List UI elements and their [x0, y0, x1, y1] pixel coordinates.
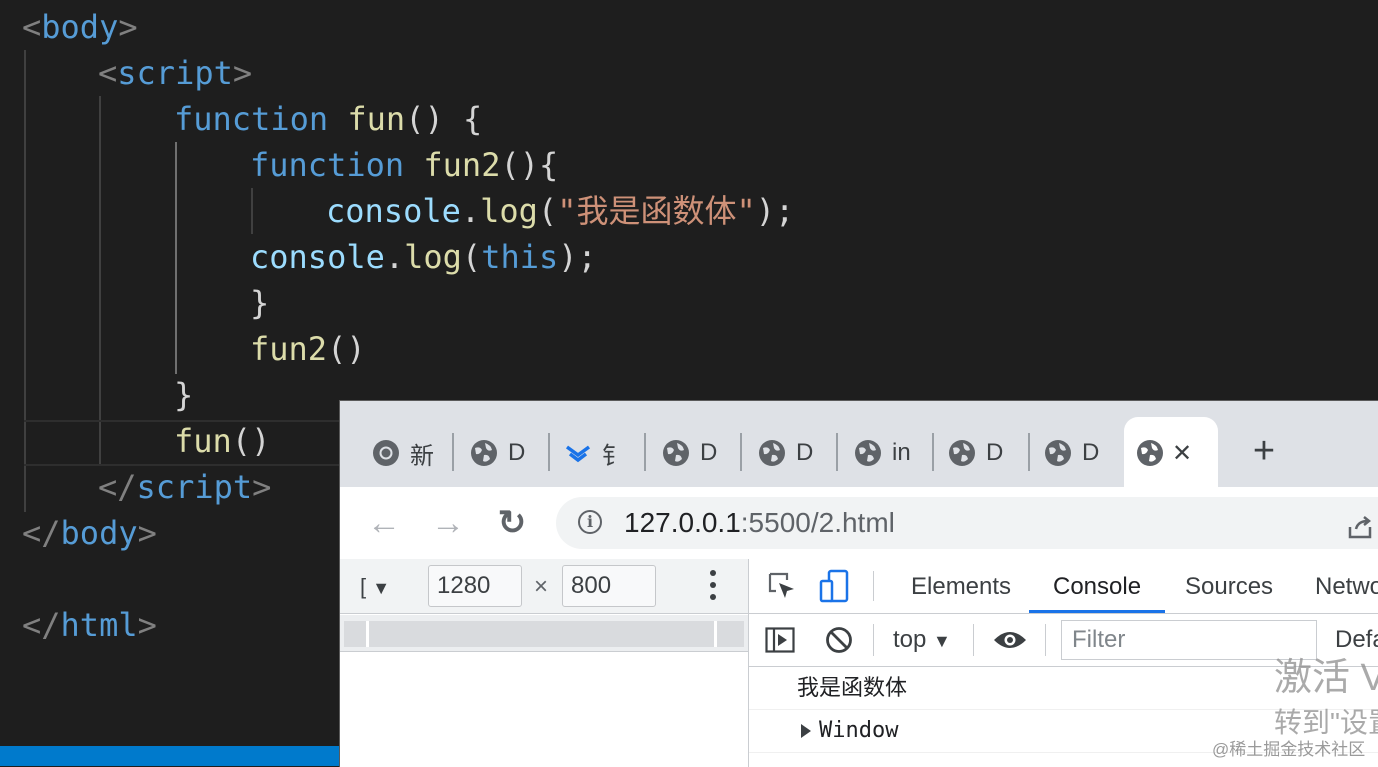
device-toggle-icon[interactable]: [819, 569, 851, 603]
browser-tab[interactable]: D: [1012, 429, 1112, 477]
media-query-track: [344, 621, 744, 647]
tab-console[interactable]: Console: [1029, 559, 1166, 613]
code-line: console.log(this);: [250, 238, 597, 276]
code-line: </html>: [22, 606, 157, 644]
tab-label: D: [1082, 439, 1100, 466]
browser-tab[interactable]: D: [726, 429, 822, 477]
code-line: <script>: [98, 54, 253, 92]
tab-label: in: [892, 439, 911, 466]
code-line: </body>: [22, 514, 157, 552]
tab-label: 钅: [602, 442, 626, 470]
chrome-icon: [373, 440, 399, 466]
globe-icon: [759, 440, 785, 466]
media-query-bar[interactable]: [340, 615, 748, 652]
inspect-element-icon[interactable]: [767, 571, 797, 601]
code-line: }: [250, 284, 270, 322]
device-select[interactable]: [ ▼: [360, 567, 390, 608]
ruler-divider: [366, 621, 369, 647]
address-bar[interactable]: i 127.0.0.1:5500/2.html: [556, 497, 1378, 549]
dimension-separator: ×: [534, 573, 549, 600]
juejin-watermark: @稀土掘金技术社区: [1212, 740, 1366, 759]
globe-icon: [471, 440, 497, 466]
caret-down-icon: ▼: [933, 631, 951, 651]
indent-guide: [175, 142, 177, 374]
code-line: }: [174, 376, 194, 414]
toolbar-separator: [873, 571, 874, 601]
caret-down-icon: ▼: [372, 578, 391, 598]
code-line: <body>: [22, 8, 138, 46]
sidebar-toggle-icon[interactable]: [765, 627, 795, 653]
page-viewport: [ ▼ 1280 × 800: [340, 559, 749, 767]
dingtalk-doc-icon: [565, 445, 591, 463]
globe-icon: [1045, 440, 1071, 466]
tab-label: D: [508, 439, 526, 466]
globe-icon: [1137, 440, 1163, 466]
tab-label: D: [986, 439, 1004, 466]
code-line: </script>: [98, 468, 272, 506]
windows-activation-watermark: 激活 V 转到"设置: [1274, 657, 1378, 738]
tab-sources[interactable]: Sources: [1185, 559, 1273, 613]
code-line: console.log("我是函数体");: [326, 192, 795, 230]
live-expression-eye-icon[interactable]: [993, 629, 1027, 651]
clear-console-icon[interactable]: [825, 626, 853, 654]
back-button[interactable]: ←: [364, 503, 404, 543]
more-options-icon[interactable]: [708, 567, 718, 603]
toolbar-separator: [1045, 624, 1046, 656]
url-text[interactable]: 127.0.0.1:5500/2.html: [624, 497, 895, 549]
globe-icon: [663, 440, 689, 466]
new-tab-button[interactable]: +: [1246, 432, 1282, 470]
tab-label: D: [796, 439, 814, 466]
tab-elements[interactable]: Elements: [911, 559, 1011, 613]
info-icon[interactable]: i: [578, 510, 602, 534]
close-tab-icon[interactable]: ✕: [1172, 439, 1192, 468]
active-browser-tab[interactable]: ✕: [1124, 417, 1218, 489]
code-line: function fun2(){: [250, 146, 559, 184]
code-line: fun(): [174, 422, 271, 460]
devtools-tab-bar: Elements Console Sources Netwo: [749, 559, 1378, 614]
browser-toolbar: ← → ↻ i 127.0.0.1:5500/2.html: [340, 487, 1378, 560]
code-line: function fun() {: [174, 100, 483, 138]
width-input[interactable]: 1280: [428, 565, 522, 607]
device-toolbar: [ ▼ 1280 × 800: [340, 559, 748, 614]
browser-tab[interactable]: D: [630, 429, 726, 477]
indent-guide: [251, 188, 253, 234]
expand-triangle-icon[interactable]: [801, 724, 811, 738]
share-icon[interactable]: [1346, 513, 1374, 541]
forward-button[interactable]: →: [428, 503, 468, 543]
browser-tab[interactable]: 新: [340, 429, 452, 477]
toolbar-separator: [973, 624, 974, 656]
browser-window: 新 D 钅 D D in D D ✕ + ← → ↻ i 127.0.0.1:5…: [339, 400, 1378, 767]
indent-guide: [99, 96, 101, 466]
browser-tab[interactable]: in: [822, 429, 918, 477]
ruler-divider: [714, 621, 717, 647]
browser-tab[interactable]: D: [438, 429, 534, 477]
globe-icon: [949, 440, 975, 466]
status-bar: [0, 746, 340, 766]
browser-tab[interactable]: D: [916, 429, 1012, 477]
browser-tab[interactable]: 钅: [532, 429, 628, 477]
height-input[interactable]: 800: [562, 565, 656, 607]
reload-button[interactable]: ↻: [492, 503, 532, 543]
context-selector[interactable]: top ▼: [893, 620, 951, 660]
code-line: fun2(): [250, 330, 366, 368]
tab-label: D: [700, 439, 718, 466]
tab-network[interactable]: Netwo: [1315, 559, 1378, 613]
globe-icon: [855, 440, 881, 466]
tab-strip: 新 D 钅 D D in D D ✕ +: [340, 401, 1378, 489]
tab-label: 新: [410, 442, 434, 470]
toolbar-separator: [873, 624, 874, 656]
